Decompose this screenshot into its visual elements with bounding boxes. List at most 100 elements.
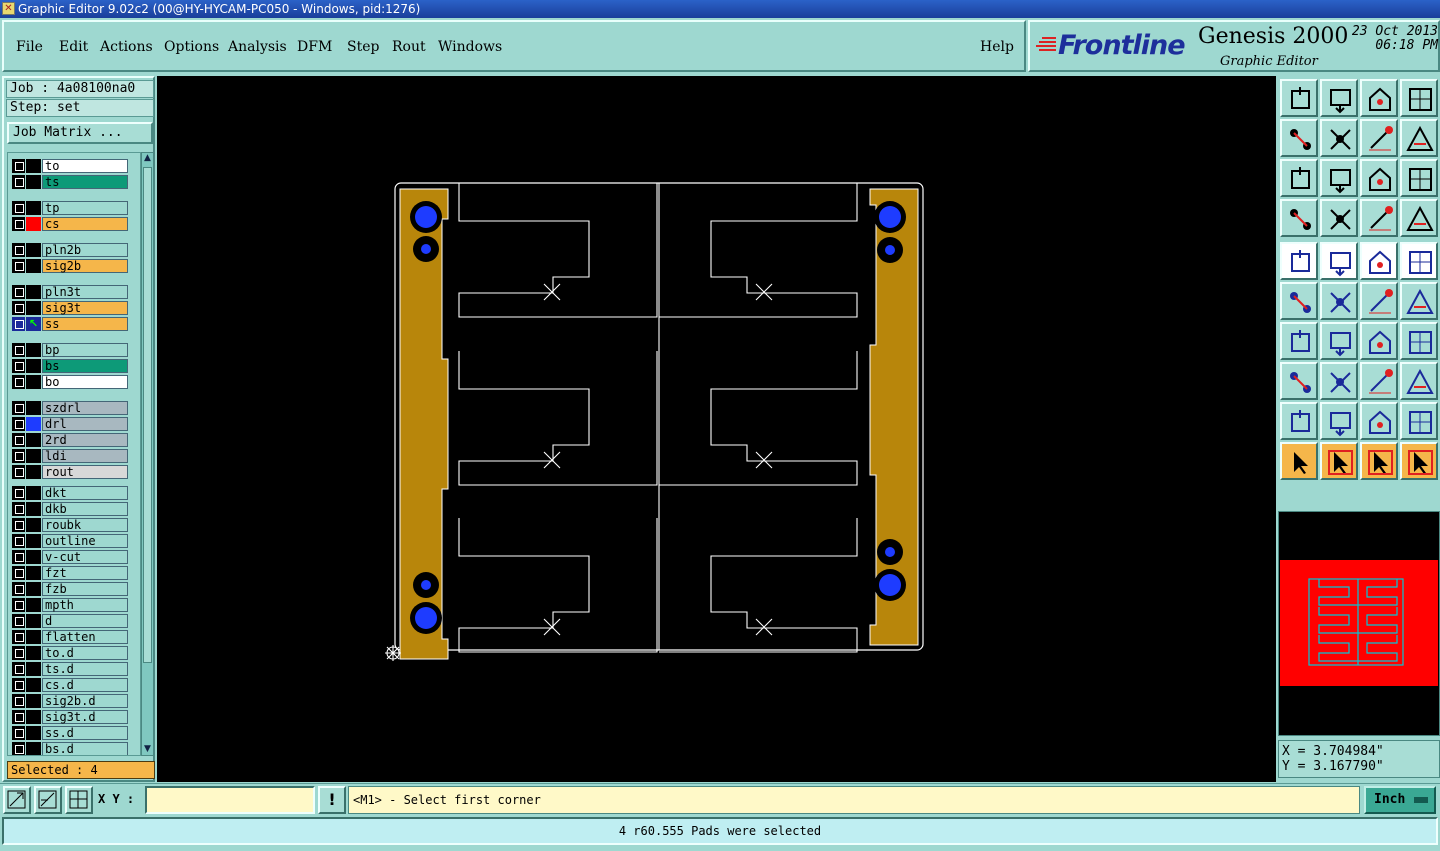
layer-row-fzt[interactable]: fzt: [10, 566, 128, 580]
zoom-area-icon[interactable]: [3, 786, 31, 814]
layer-color-swatch[interactable]: [26, 534, 41, 548]
layer-checkbox[interactable]: [12, 694, 25, 708]
layer-name[interactable]: sig2b.d: [42, 694, 128, 708]
layer-checkbox[interactable]: [12, 742, 25, 755]
layer-row-to[interactable]: to: [10, 159, 128, 173]
layer-row-sig3t.d[interactable]: sig3t.d: [10, 710, 128, 724]
layer-row-dkt[interactable]: dkt: [10, 486, 128, 500]
layer-color-swatch[interactable]: [26, 159, 41, 173]
layer-color-swatch[interactable]: [26, 502, 41, 516]
menu-actions[interactable]: Actions: [100, 39, 153, 55]
layer-checkbox[interactable]: [12, 534, 25, 548]
layer-row-cs[interactable]: cs: [10, 217, 128, 231]
layer-name[interactable]: 2rd: [42, 433, 128, 447]
layer-color-swatch[interactable]: [26, 598, 41, 612]
edit-shape-icon[interactable]: [1320, 242, 1358, 280]
grid-icon[interactable]: [1320, 199, 1358, 237]
layer-name[interactable]: dkt: [42, 486, 128, 500]
layer-name[interactable]: pln2b: [42, 243, 128, 257]
layer-checkbox[interactable]: [12, 343, 25, 357]
layer-checkbox[interactable]: [12, 582, 25, 596]
graphic-canvas[interactable]: [157, 76, 1276, 782]
layer-color-swatch[interactable]: [26, 417, 41, 431]
layer-color-swatch[interactable]: [26, 343, 41, 357]
layer-name[interactable]: mpth: [42, 598, 128, 612]
layer-row-sig2b[interactable]: sig2b: [10, 259, 128, 273]
layer-row-rout[interactable]: rout: [10, 465, 128, 479]
layer-checkbox[interactable]: [12, 710, 25, 724]
layer-checkbox[interactable]: [12, 678, 25, 692]
select-arrow-icon[interactable]: [1280, 442, 1318, 480]
layer-row-to.d[interactable]: to.d: [10, 646, 128, 660]
layer-checkbox[interactable]: [12, 630, 25, 644]
menu-file[interactable]: File: [16, 39, 43, 55]
layer-checkbox[interactable]: [12, 614, 25, 628]
menu-options[interactable]: Options: [164, 39, 219, 55]
layer-row-d[interactable]: d: [10, 614, 128, 628]
triangle-icon[interactable]: [1280, 402, 1318, 440]
layer-name[interactable]: pln3t: [42, 285, 128, 299]
layer-row-bp[interactable]: bp: [10, 343, 128, 357]
layer-color-swatch[interactable]: [26, 465, 41, 479]
tools-icon[interactable]: [1280, 199, 1318, 237]
triangle-b-icon[interactable]: [1360, 402, 1398, 440]
select-box-icon[interactable]: [1320, 442, 1358, 480]
layer-checkbox[interactable]: [12, 433, 25, 447]
layer-checkbox[interactable]: [12, 259, 25, 273]
layer-name[interactable]: dkb: [42, 502, 128, 516]
layer-name[interactable]: bs.d: [42, 742, 128, 755]
layer-checkbox[interactable]: [12, 285, 25, 299]
measure-box-icon[interactable]: [1360, 362, 1398, 400]
layer-name[interactable]: to: [42, 159, 128, 173]
layer-color-swatch[interactable]: [26, 259, 41, 273]
layer-checkbox[interactable]: [12, 598, 25, 612]
layer-color-swatch[interactable]: [26, 175, 41, 189]
menu-help[interactable]: Help: [980, 39, 1014, 55]
layer-checkbox[interactable]: [12, 662, 25, 676]
layer-checkbox[interactable]: [12, 646, 25, 660]
layer-name[interactable]: cs: [42, 217, 128, 231]
scroll-down-arrow-icon[interactable]: ▼: [142, 744, 153, 755]
layer-color-swatch[interactable]: [26, 710, 41, 724]
overview-map[interactable]: [1278, 511, 1440, 736]
layer-row-2rd[interactable]: 2rd: [10, 433, 128, 447]
layer-checkbox[interactable]: [12, 301, 25, 315]
layer-checkbox[interactable]: [12, 317, 25, 331]
layer-checkbox[interactable]: [12, 201, 25, 215]
layer-color-swatch[interactable]: [26, 694, 41, 708]
layer-row-ldi[interactable]: ldi: [10, 449, 128, 463]
layer-scrollbar[interactable]: ▲ ▼: [141, 152, 154, 756]
menu-analysis[interactable]: Analysis: [228, 39, 287, 55]
layer-color-swatch[interactable]: [26, 433, 41, 447]
layer-checkbox[interactable]: [12, 566, 25, 580]
layer-name[interactable]: rout: [42, 465, 128, 479]
layer-name[interactable]: szdrl: [42, 401, 128, 415]
group-icon[interactable]: [1400, 362, 1438, 400]
menu-rout[interactable]: Rout: [392, 39, 426, 55]
layer-name[interactable]: fzb: [42, 582, 128, 596]
layer-name[interactable]: fzt: [42, 566, 128, 580]
work-layer-arrow-icon[interactable]: ↖: [26, 317, 41, 331]
pad-pair-icon[interactable]: [1280, 362, 1318, 400]
layer-color-swatch[interactable]: [26, 646, 41, 660]
scroll-thumb[interactable]: [143, 167, 152, 663]
layer-color-swatch[interactable]: [26, 285, 41, 299]
layer-name[interactable]: to.d: [42, 646, 128, 660]
layer-checkbox[interactable]: [12, 375, 25, 389]
menu-step[interactable]: Step: [347, 39, 379, 55]
select-invert-icon[interactable]: [1360, 442, 1398, 480]
redo-icon[interactable]: [1400, 119, 1438, 157]
layer-row-ss[interactable]: ↖ ss: [10, 317, 128, 331]
snap-left-icon[interactable]: [1280, 119, 1318, 157]
alert-icon[interactable]: !: [318, 786, 346, 814]
layer-name[interactable]: d: [42, 614, 128, 628]
layer-checkbox[interactable]: [12, 401, 25, 415]
layer-name[interactable]: v-cut: [42, 550, 128, 564]
menu-edit[interactable]: Edit: [59, 39, 88, 55]
layer-name[interactable]: ldi: [42, 449, 128, 463]
layer-checkbox[interactable]: [12, 175, 25, 189]
layer-row-szdrl[interactable]: szdrl: [10, 401, 128, 415]
angle-icon[interactable]: [1280, 322, 1318, 360]
layer-name[interactable]: ss.d: [42, 726, 128, 740]
layer-row-sig2b.d[interactable]: sig2b.d: [10, 694, 128, 708]
